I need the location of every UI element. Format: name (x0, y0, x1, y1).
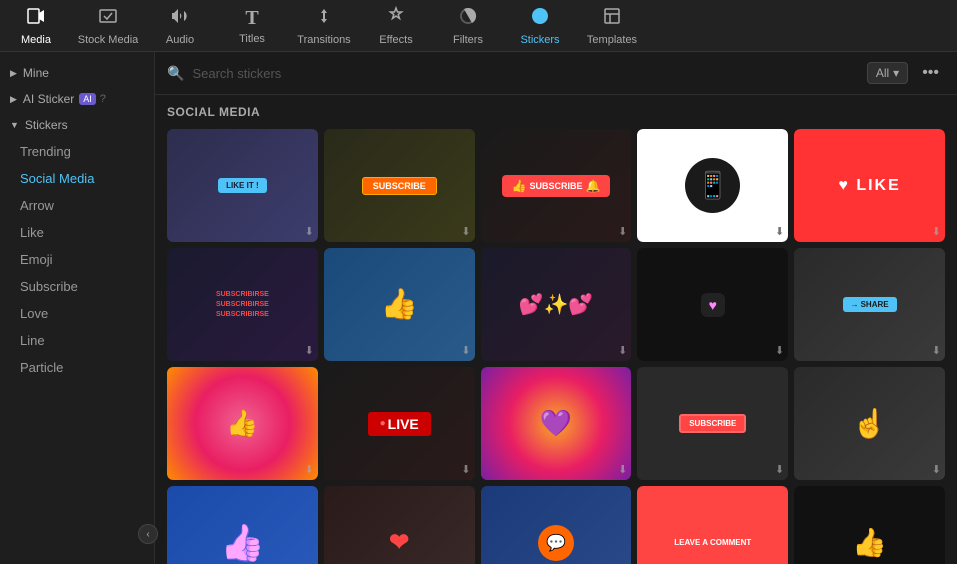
sidebar-item-subscribe[interactable]: Subscribe (0, 273, 154, 300)
download-icon[interactable]: ⬇ (775, 344, 784, 357)
sticker-item[interactable]: ♥ ⬇ (637, 248, 788, 361)
sidebar-ai-sticker[interactable]: ▶ AI Sticker AI ? (0, 86, 154, 112)
nav-transitions-label: Transitions (297, 34, 350, 46)
download-icon[interactable]: ⬇ (618, 225, 627, 238)
content-area: 🔍 All ▾ ••• SOCIAL MEDIA LIKE IT ! ⬇ (155, 52, 957, 564)
templates-icon (602, 6, 622, 31)
sticker-item[interactable]: LIKE IT ! ⬇ (167, 129, 318, 242)
help-icon: ? (100, 93, 106, 105)
download-icon[interactable]: ⬇ (305, 463, 314, 476)
sticker-item[interactable]: SUBSCRIBE ⬇ (637, 367, 788, 480)
sidebar-item-emoji[interactable]: Emoji (0, 246, 154, 273)
sticker-item[interactable]: 👍 ⬇ (167, 367, 318, 480)
audio-icon (170, 6, 190, 31)
sticker-item[interactable]: SUBSCRIBE ⬇ (324, 129, 475, 242)
sticker-grid-container: SOCIAL MEDIA LIKE IT ! ⬇ SUBSCRIBE ⬇ (155, 95, 957, 564)
nav-stickers-label: Stickers (520, 34, 559, 46)
download-icon[interactable]: ⬇ (461, 463, 470, 476)
titles-icon: T (245, 7, 258, 30)
nav-audio-label: Audio (166, 34, 194, 46)
effects-icon (386, 6, 406, 31)
nav-filters-label: Filters (453, 34, 483, 46)
sticker-item[interactable]: 💜 ⬇ (481, 367, 632, 480)
nav-effects[interactable]: Effects (360, 0, 432, 52)
more-options-button[interactable]: ••• (916, 62, 945, 84)
nav-filters[interactable]: Filters (432, 0, 504, 52)
download-icon[interactable]: ⬇ (932, 225, 941, 238)
chevron-right-icon: ▶ (10, 68, 17, 79)
sticker-item[interactable]: SUBSCRIBIRSESUBSCRIBIRSESUBSCRIBIRSE ⬇ (167, 248, 318, 361)
sidebar-item-trending[interactable]: Trending (0, 138, 154, 165)
sticker-item[interactable]: ♥ LIKE ⬇ (794, 129, 945, 242)
main-wrapper: ▶ Mine ▶ AI Sticker AI ? ▼ Stickers Tren… (0, 52, 957, 564)
sidebar-collapse-button[interactable]: ‹ (138, 524, 158, 544)
sticker-item[interactable]: 👍 ⬇ (794, 486, 945, 564)
nav-effects-label: Effects (379, 34, 412, 46)
transitions-icon (314, 6, 334, 31)
nav-stickers[interactable]: Stickers (504, 0, 576, 52)
dropdown-chevron-icon: ▾ (893, 66, 899, 80)
nav-media-label: Media (21, 34, 51, 46)
sticker-item[interactable]: LEAVE A COMMENT ⬇ (637, 486, 788, 564)
sidebar-mine-label: Mine (23, 66, 49, 80)
sidebar-item-arrow[interactable]: Arrow (0, 192, 154, 219)
sticker-item[interactable]: → SHARE ⬇ (794, 248, 945, 361)
download-icon[interactable]: ⬇ (932, 463, 941, 476)
sticker-grid: LIKE IT ! ⬇ SUBSCRIBE ⬇ 👍 SUBSCRIBE 🔔 (167, 129, 945, 564)
sidebar: ▶ Mine ▶ AI Sticker AI ? ▼ Stickers Tren… (0, 52, 155, 564)
stickers-icon (530, 6, 550, 31)
filters-icon (458, 6, 478, 31)
nav-templates[interactable]: Templates (576, 0, 648, 52)
sticker-item[interactable]: 📱 ⬇ (637, 129, 788, 242)
nav-titles-label: Titles (239, 33, 265, 45)
nav-audio[interactable]: Audio (144, 0, 216, 52)
sticker-item[interactable]: 👍 SUBSCRIBE 🔔 ⬇ (481, 129, 632, 242)
download-icon[interactable]: ⬇ (305, 225, 314, 238)
sticker-item[interactable]: ☝️ ⬇ (794, 367, 945, 480)
search-bar: 🔍 All ▾ ••• (155, 52, 957, 95)
sidebar-mine[interactable]: ▶ Mine (0, 60, 154, 86)
search-icon: 🔍 (167, 65, 184, 82)
sidebar-item-like[interactable]: Like (0, 219, 154, 246)
filter-dropdown[interactable]: All ▾ (867, 62, 908, 84)
sidebar-stickers-header[interactable]: ▼ Stickers (0, 112, 154, 138)
sticker-item[interactable]: 💕✨💕 ⬇ (481, 248, 632, 361)
sidebar-ai-sticker-label: AI Sticker (23, 92, 74, 106)
download-icon[interactable]: ⬇ (775, 225, 784, 238)
sidebar-item-line[interactable]: Line (0, 327, 154, 354)
download-icon[interactable]: ⬇ (461, 344, 470, 357)
chevron-down-icon: ▼ (10, 120, 19, 130)
nav-templates-label: Templates (587, 34, 637, 46)
chevron-right-ai-icon: ▶ (10, 94, 17, 105)
section-title: SOCIAL MEDIA (167, 105, 945, 119)
sticker-item[interactable]: ❤ ⬇ (324, 486, 475, 564)
nav-stock-media-label: Stock Media (78, 34, 139, 46)
media-icon (26, 6, 46, 31)
nav-transitions[interactable]: Transitions (288, 0, 360, 52)
stock-media-icon (98, 6, 118, 31)
sticker-item[interactable]: 💬 ⬇ (481, 486, 632, 564)
download-icon[interactable]: ⬇ (618, 344, 627, 357)
search-input[interactable] (192, 66, 858, 81)
nav-titles[interactable]: T Titles (216, 0, 288, 52)
top-nav: Media Stock Media Audio T Titles Transit… (0, 0, 957, 52)
sticker-item[interactable]: 👍 ⬇ (324, 248, 475, 361)
nav-stock-media[interactable]: Stock Media (72, 0, 144, 52)
download-icon[interactable]: ⬇ (775, 463, 784, 476)
sidebar-item-love[interactable]: Love (0, 300, 154, 327)
nav-media[interactable]: Media (0, 0, 72, 52)
sticker-item[interactable]: ●LIVE ⬇ (324, 367, 475, 480)
download-icon[interactable]: ⬇ (305, 344, 314, 357)
ai-badge: AI (79, 93, 96, 105)
sticker-item[interactable]: 👍 ⬇ (167, 486, 318, 564)
sidebar-stickers-label: Stickers (25, 118, 68, 132)
download-icon[interactable]: ⬇ (461, 225, 470, 238)
download-icon[interactable]: ⬇ (932, 344, 941, 357)
download-icon[interactable]: ⬇ (618, 463, 627, 476)
sidebar-item-social-media[interactable]: Social Media (0, 165, 154, 192)
sidebar-item-particle[interactable]: Particle (0, 354, 154, 381)
